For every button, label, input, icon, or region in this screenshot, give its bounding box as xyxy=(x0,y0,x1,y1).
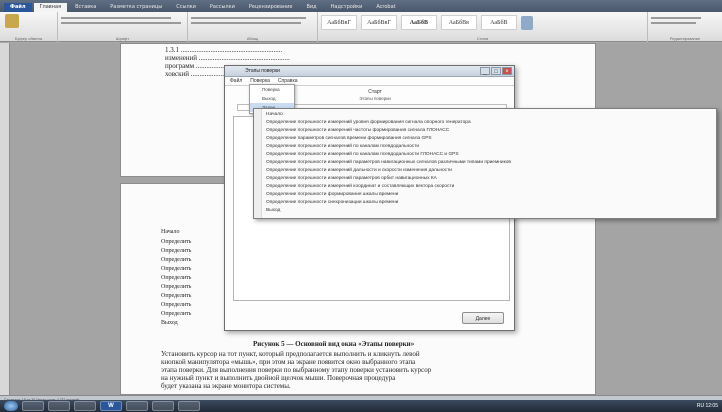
font-group-label: Шрифт xyxy=(115,36,130,41)
ribbon-tab-strip: Файл Главная Вставка Разметка страницы С… xyxy=(0,3,402,12)
minimize-button[interactable]: _ xyxy=(480,67,490,75)
taskbar-app[interactable] xyxy=(126,401,148,411)
maximize-button[interactable]: □ xyxy=(491,67,501,75)
list-item: Выход xyxy=(161,320,178,326)
body-line: этапа поверки. Для выполнения поверки по… xyxy=(161,366,432,374)
taskbar-app[interactable] xyxy=(152,401,174,411)
tab-references[interactable]: Ссылки xyxy=(170,3,202,12)
verification-stages-submenu: Начало Определение погрешности измерений… xyxy=(253,108,717,219)
start-button-icon[interactable] xyxy=(4,401,18,411)
dropdown-item[interactable]: Поверка xyxy=(250,85,294,94)
tab-mailings[interactable]: Рассылки xyxy=(204,3,241,12)
list-item: Определить xyxy=(161,266,192,272)
styles-group: АаБбВвГ АаБбВвГ АаБбВ АаБбВв АаБбВ Стили xyxy=(318,12,648,42)
paste-icon[interactable] xyxy=(5,14,19,28)
paragraph-group-label: Абзац xyxy=(246,36,259,41)
font-format-buttons[interactable] xyxy=(61,22,181,24)
body-line: будет указана на экране монитора системы… xyxy=(161,382,291,390)
ribbon: Буфер обмена Шрифт Абзац АаБбВвГ АаБбВвГ… xyxy=(0,12,722,42)
list-item: Определить xyxy=(161,284,192,290)
word-titlebar: Файл Главная Вставка Разметка страницы С… xyxy=(0,0,722,12)
windows-taskbar: W RU 12:05 xyxy=(0,400,722,412)
editing-group-label: Редактирование xyxy=(669,36,701,41)
dropdown-item[interactable]: Выход xyxy=(250,94,294,103)
submenu-item[interactable]: Определение погрешности измерений параме… xyxy=(266,159,714,166)
style-heading-2[interactable]: АаБбВв xyxy=(440,15,477,30)
style-title[interactable]: АаБбВ xyxy=(480,15,517,30)
replace-button[interactable] xyxy=(651,22,696,24)
body-line: Установить курсор на тот пункт, который … xyxy=(161,350,420,358)
list-item: Определить xyxy=(161,239,192,245)
list-item: Определить xyxy=(161,275,192,281)
find-button[interactable] xyxy=(651,17,701,19)
submenu-gutter xyxy=(254,109,262,218)
font-name-box[interactable] xyxy=(61,17,171,19)
tab-addins[interactable]: Надстройки xyxy=(325,3,369,12)
submenu-item[interactable]: Определение погрешности измерений коорди… xyxy=(266,183,714,190)
submenu-item[interactable]: Определение параметров сигналов времени … xyxy=(266,135,714,142)
submenu-item[interactable]: Определение погрешности формирования шка… xyxy=(266,191,714,198)
change-styles-icon[interactable] xyxy=(520,16,533,30)
taskbar-word-icon[interactable]: W xyxy=(100,401,122,411)
alignment-buttons[interactable] xyxy=(191,22,301,24)
close-button[interactable]: × xyxy=(502,67,512,75)
tab-home[interactable]: Главная xyxy=(33,3,68,12)
list-item: Определить xyxy=(161,293,192,299)
list-item: Определить xyxy=(161,302,192,308)
list-buttons[interactable] xyxy=(191,17,306,19)
page1-line: 1.3.1 ..................................… xyxy=(165,46,283,54)
dialog-heading: Старт xyxy=(368,89,382,95)
dialog-subheading: Этапы поверки xyxy=(359,96,391,101)
tab-review[interactable]: Рецензирование xyxy=(243,3,299,12)
styles-group-label: Стили xyxy=(476,36,489,41)
list-item: Начало xyxy=(161,229,180,235)
taskbar-app[interactable] xyxy=(74,401,96,411)
submenu-item[interactable]: Определение погрешности измерений параме… xyxy=(266,175,714,182)
body-line: кнопкой манипулятора «мышь», при этом на… xyxy=(161,358,416,366)
tab-file[interactable]: Файл xyxy=(4,3,32,12)
editing-group: Редактирование xyxy=(648,12,722,42)
body-line: на нужный пункт и выполнить двойной щелч… xyxy=(161,374,396,382)
menu-file[interactable]: Файл xyxy=(227,77,245,85)
submenu-item[interactable]: Определение погрешности измерений по кан… xyxy=(266,151,714,158)
list-item: Определить xyxy=(161,248,192,254)
submenu-item[interactable]: Определение погрешности измерений по кан… xyxy=(266,143,714,150)
clipboard-group: Буфер обмена xyxy=(0,12,58,42)
list-item: Определить xyxy=(161,257,192,263)
paragraph-group: Абзац xyxy=(188,12,318,42)
submenu-item[interactable]: Выход xyxy=(266,207,714,214)
next-button[interactable]: Далее xyxy=(462,312,504,324)
style-no-spacing[interactable]: АаБбВвГ xyxy=(360,15,397,30)
tab-insert[interactable]: Вставка xyxy=(69,3,102,12)
submenu-item[interactable]: Начало xyxy=(266,111,714,118)
clipboard-group-label: Буфер обмена xyxy=(14,36,43,41)
submenu-item[interactable]: Определение погрешности измерений частот… xyxy=(266,127,714,134)
taskbar-app[interactable] xyxy=(48,401,70,411)
dialog-title: Этапы поверки xyxy=(225,66,514,77)
submenu-item[interactable]: Определение погрешности измерений дально… xyxy=(266,167,714,174)
page1-line: изменений ..............................… xyxy=(165,54,290,62)
style-heading-1[interactable]: АаБбВ xyxy=(400,15,437,30)
taskbar-app[interactable] xyxy=(22,401,44,411)
figure-caption: Рисунок 5 — Основной вид окна «Этапы пов… xyxy=(253,340,415,348)
taskbar-app[interactable] xyxy=(178,401,200,411)
style-normal[interactable]: АаБбВвГ xyxy=(321,15,357,30)
list-item: Определить xyxy=(161,311,192,317)
tab-page-layout[interactable]: Разметка страницы xyxy=(104,3,168,12)
system-tray-clock[interactable]: RU 12:05 xyxy=(697,401,718,411)
submenu-item[interactable]: Определение погрешности измерений уровня… xyxy=(266,119,714,126)
submenu-item[interactable]: Определение погрешности синхронизации шк… xyxy=(266,199,714,206)
font-group: Шрифт xyxy=(58,12,188,42)
tab-view[interactable]: Вид xyxy=(301,3,323,12)
vertical-ruler xyxy=(0,43,10,395)
tab-acrobat[interactable]: Acrobat xyxy=(370,3,401,12)
dialog-window-controls: _ □ × xyxy=(480,67,512,75)
